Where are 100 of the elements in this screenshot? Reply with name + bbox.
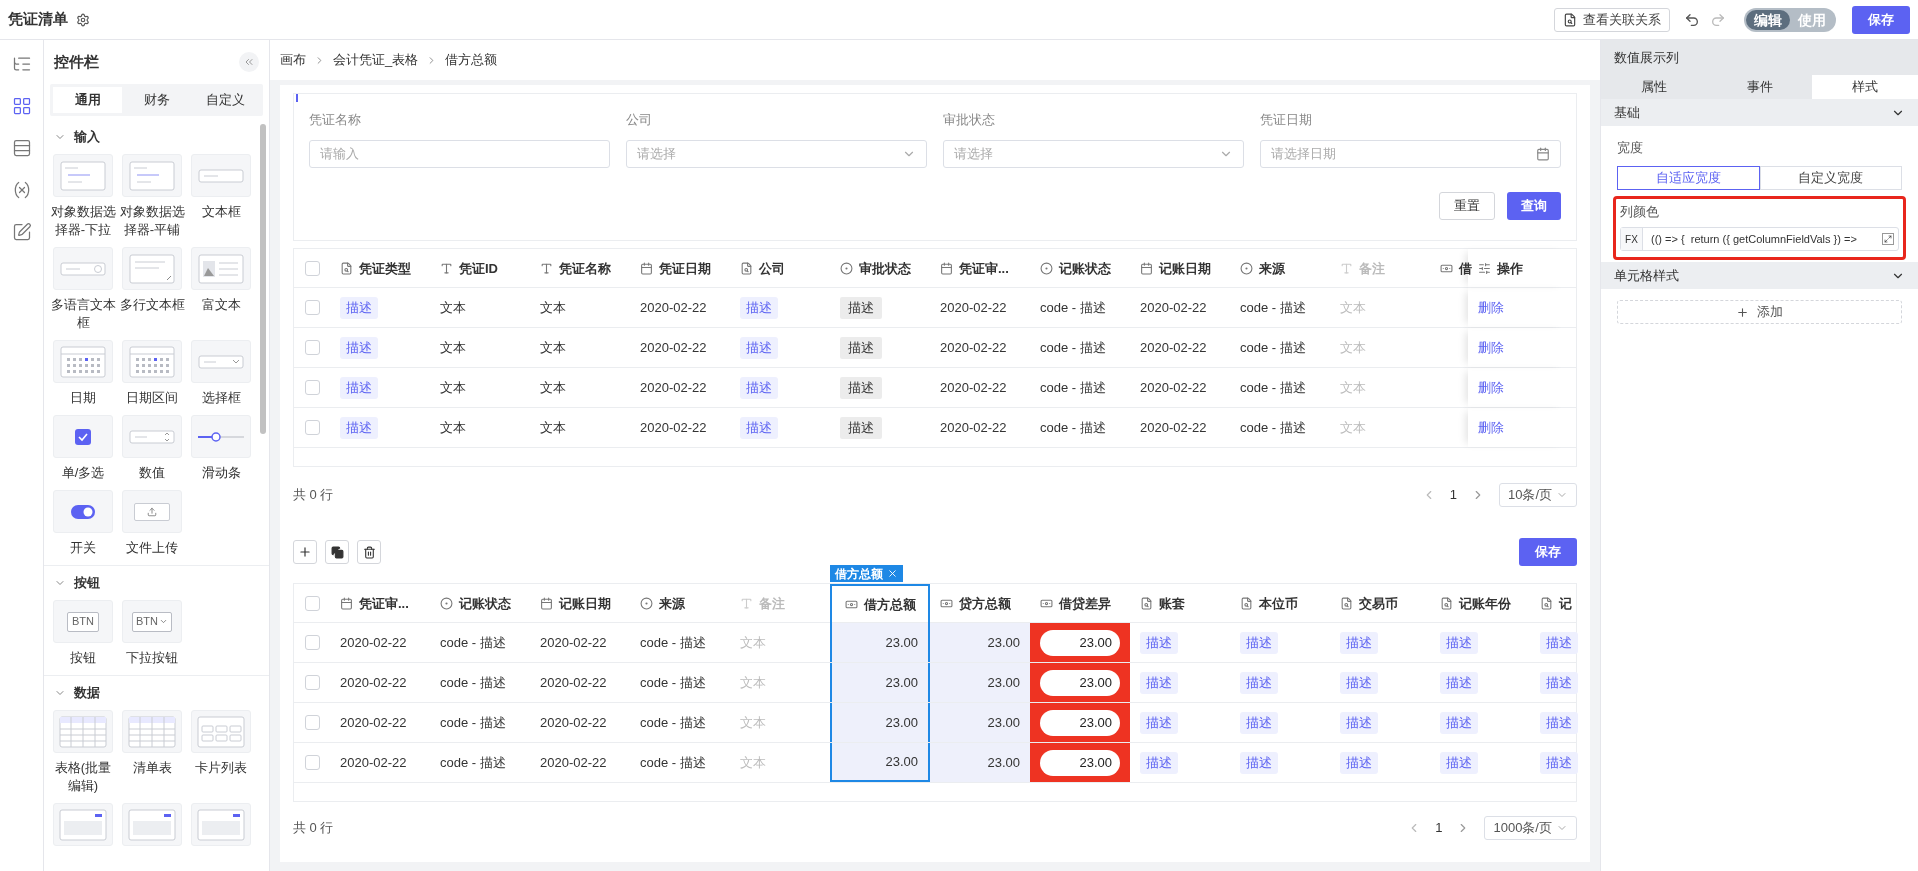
delete-button[interactable]: [357, 540, 381, 564]
delete-link[interactable]: 删除: [1478, 377, 1504, 398]
column-header[interactable]: 记: [1530, 584, 1574, 623]
scrollbar-thumb[interactable]: [260, 124, 266, 434]
checkbox[interactable]: [304, 300, 320, 315]
close-icon[interactable]: [887, 568, 898, 579]
page-number[interactable]: 1: [1435, 818, 1443, 838]
filter-input[interactable]: 请输入: [320, 143, 599, 164]
page-size-select[interactable]: 10条/页: [1498, 483, 1577, 507]
widget-tile[interactable]: [122, 247, 182, 290]
width-option[interactable]: 自定义宽度: [1759, 165, 1902, 190]
widget-tile[interactable]: [53, 803, 113, 846]
column-header[interactable]: 借贷差异: [1030, 584, 1130, 623]
grid-icon[interactable]: [11, 96, 32, 116]
checkbox[interactable]: [304, 715, 320, 730]
search-button[interactable]: 查询: [1507, 191, 1561, 220]
inspector-tab[interactable]: 样式: [1812, 75, 1918, 99]
save-button[interactable]: 保存: [1852, 5, 1910, 34]
widget-tile[interactable]: [122, 415, 182, 458]
column-header[interactable]: 凭证日期: [630, 249, 730, 288]
checkbox[interactable]: [304, 380, 320, 395]
column-header[interactable]: 记账日期: [1130, 249, 1230, 288]
checkbox[interactable]: [304, 595, 320, 611]
checkbox[interactable]: [304, 635, 320, 650]
filter-field[interactable]: 请输入: [309, 139, 610, 168]
add-button[interactable]: [293, 540, 317, 564]
breadcrumb-item[interactable]: 借方总额: [443, 50, 500, 70]
redo-icon[interactable]: [1710, 11, 1726, 28]
reset-button[interactable]: 重置: [1439, 191, 1495, 220]
widget-tile[interactable]: [122, 490, 182, 533]
breadcrumb-item[interactable]: 画布: [278, 50, 308, 70]
widget-tile[interactable]: [191, 415, 251, 458]
width-option[interactable]: 自适应宽度: [1617, 165, 1760, 190]
copy-button[interactable]: [325, 540, 349, 564]
column-header[interactable]: 来源: [1230, 249, 1330, 288]
widget-tile[interactable]: [53, 247, 113, 290]
widget-tile[interactable]: BTN: [53, 600, 113, 643]
undo-icon[interactable]: [1684, 11, 1700, 28]
settings-icon[interactable]: [76, 12, 90, 27]
checkbox[interactable]: [304, 420, 320, 435]
widget-tile[interactable]: [122, 154, 182, 197]
column-header[interactable]: 交易币: [1330, 584, 1430, 623]
column-header[interactable]: 凭证审...: [930, 249, 1030, 288]
edit-icon[interactable]: [11, 222, 32, 242]
filter-field[interactable]: 请选择: [626, 139, 927, 168]
delete-link[interactable]: 删除: [1478, 297, 1504, 318]
filter-field[interactable]: 请选择日期: [1260, 139, 1561, 168]
widget-tile[interactable]: [53, 154, 113, 197]
section-header[interactable]: 基础: [1601, 99, 1918, 126]
add-style-button[interactable]: 添加: [1617, 300, 1902, 324]
column-header[interactable]: 凭证类型: [330, 249, 430, 288]
column-header[interactable]: 凭证ID: [430, 249, 530, 288]
column-header[interactable]: 记账状态: [430, 584, 530, 623]
widget-tile[interactable]: [191, 710, 251, 753]
inspector-tab[interactable]: 属性: [1601, 75, 1707, 99]
checkbox[interactable]: [304, 755, 320, 770]
column-header[interactable]: 贷方总额: [930, 584, 1030, 623]
panel-tab[interactable]: 自定义: [191, 87, 260, 113]
column-header[interactable]: 本位币: [1230, 584, 1330, 623]
rows-icon[interactable]: [11, 138, 32, 158]
filter-field[interactable]: 请选择: [943, 139, 1244, 168]
mode-option[interactable]: 编辑: [1746, 9, 1790, 30]
section-header[interactable]: 单元格样式: [1601, 262, 1918, 289]
column-header[interactable]: 账套: [1130, 584, 1230, 623]
delete-link[interactable]: 删除: [1478, 417, 1504, 438]
panel-tab[interactable]: 财务: [122, 87, 191, 113]
column-header[interactable]: 来源: [630, 584, 730, 623]
page-size-select[interactable]: 1000条/页: [1484, 816, 1577, 840]
column-header[interactable]: 记账状态: [1030, 249, 1130, 288]
widget-tile[interactable]: [122, 803, 182, 846]
column-header[interactable]: 凭证审...: [330, 584, 430, 623]
widget-tile[interactable]: [53, 340, 113, 383]
widget-tile[interactable]: [53, 490, 113, 533]
widget-tile[interactable]: BTN: [122, 600, 182, 643]
column-header[interactable]: 记账日期: [530, 584, 630, 623]
mode-toggle[interactable]: 编辑 使用: [1744, 7, 1836, 32]
widget-tile[interactable]: [122, 710, 182, 753]
page-number[interactable]: 1: [1449, 485, 1457, 505]
column-header[interactable]: 审批状态: [830, 249, 930, 288]
filter-input[interactable]: 请选择日期: [1271, 143, 1536, 164]
formula-field[interactable]: FX (() => { return ({ getColumnFieldVals }) =>: [1620, 227, 1899, 251]
filter-input[interactable]: 请选择: [637, 143, 902, 164]
widget-tile[interactable]: [191, 803, 251, 846]
collapse-button[interactable]: [239, 52, 259, 72]
widget-tile[interactable]: [191, 340, 251, 383]
widget-tile[interactable]: [191, 154, 251, 197]
widget-tile[interactable]: [122, 340, 182, 383]
panel-tab[interactable]: 通用: [53, 87, 122, 113]
widget-tile[interactable]: [53, 415, 113, 458]
column-header[interactable]: 凭证名称: [530, 249, 630, 288]
relations-button[interactable]: 查看关联关系: [1554, 7, 1670, 32]
checkbox[interactable]: [304, 340, 320, 355]
column-selection-tag[interactable]: 借方总额: [830, 565, 903, 582]
checkbox[interactable]: [304, 675, 320, 690]
column-header[interactable]: 公司: [730, 249, 830, 288]
checkbox[interactable]: [304, 260, 320, 276]
widget-tile[interactable]: [53, 710, 113, 753]
filter-input[interactable]: 请选择: [954, 143, 1219, 164]
save-button[interactable]: 保存: [1519, 538, 1577, 566]
column-header[interactable]: 记账年份: [1430, 584, 1530, 623]
